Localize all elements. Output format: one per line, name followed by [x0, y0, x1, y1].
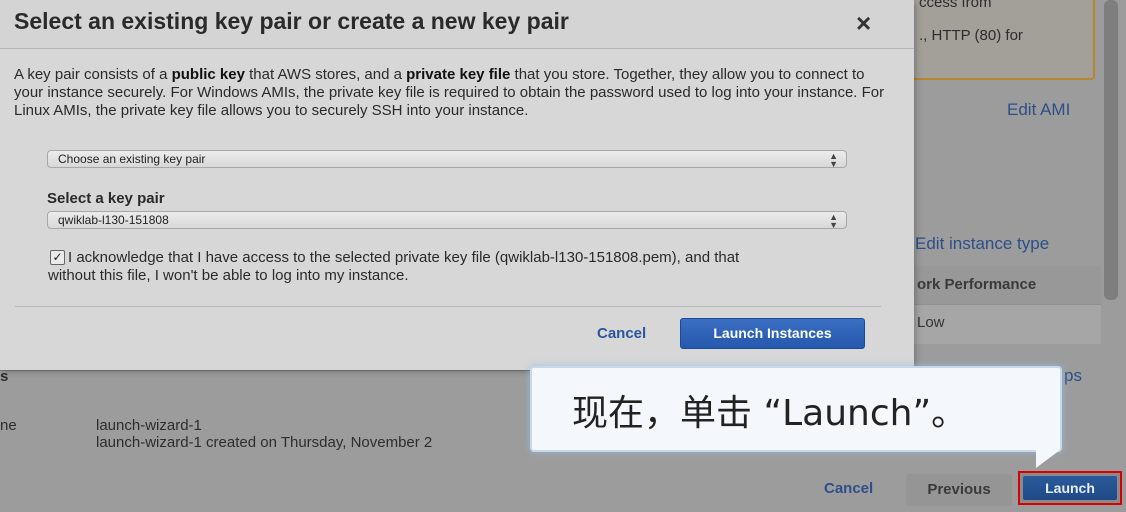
launch-button[interactable]: Launch	[1023, 476, 1117, 500]
description-public-key: public key	[171, 66, 245, 83]
callout-pointer	[1036, 450, 1060, 468]
callout-text: 现在，单击 “Launch”。	[572, 393, 968, 434]
key-pair-dialog: Select an existing key pair or create a …	[0, 0, 914, 370]
dialog-description: A key pair consists of a public key that…	[14, 66, 894, 120]
edit-security-groups-link-partial[interactable]: ps	[1064, 366, 1082, 386]
tutorial-callout: 现在，单击 “Launch”。	[530, 366, 1062, 452]
select-arrows-icon: ▲ ▼	[829, 212, 838, 230]
edit-ami-link[interactable]: Edit AMI	[1007, 100, 1070, 120]
network-performance-header: ork Performance	[905, 266, 1101, 305]
instance-type-table: ork Performance Low	[905, 266, 1101, 344]
wizard-cancel-link[interactable]: Cancel	[824, 480, 873, 497]
scrollbar[interactable]	[1104, 0, 1118, 300]
key-pair-option-value: Choose an existing key pair	[58, 152, 206, 166]
select-key-pair-label: Select a key pair	[47, 190, 165, 207]
previous-button[interactable]: Previous	[906, 474, 1012, 506]
edit-instance-type-link[interactable]: Edit instance type	[915, 234, 1049, 254]
acknowledge-label: I acknowledge that I have access to the …	[48, 249, 740, 284]
dialog-title: Select an existing key pair or create a …	[14, 8, 569, 34]
description-text-2: that AWS stores, and a	[244, 66, 407, 83]
dialog-divider	[15, 306, 881, 307]
dialog-header: Select an existing key pair or create a …	[0, 0, 914, 49]
security-group-description: launch-wizard-1 created on Thursday, Nov…	[96, 434, 433, 451]
launch-instances-button[interactable]: Launch Instances	[680, 318, 865, 349]
security-warning-box: ccess from ., HTTP (80) for	[905, 0, 1095, 80]
network-performance-value: Low	[917, 314, 945, 331]
key-pair-select[interactable]: qwiklab-l130-151808 ▲ ▼	[47, 211, 847, 230]
description-private-key-file: private key file	[406, 66, 511, 83]
security-group-name: launch-wizard-1	[96, 417, 202, 434]
dialog-cancel-button[interactable]: Cancel	[597, 325, 646, 342]
close-icon[interactable]: ×	[856, 8, 871, 39]
select-arrows-icon: ▲ ▼	[829, 151, 838, 169]
key-pair-value: qwiklab-l130-151808	[58, 213, 169, 227]
section-heading-partial: s	[0, 368, 9, 385]
description-text-1: A key pair consists of a	[14, 66, 172, 83]
key-pair-option-select[interactable]: Choose an existing key pair ▲ ▼	[47, 150, 847, 169]
launch-button-highlight: Launch	[1018, 471, 1122, 505]
security-group-row-label: ne	[0, 417, 17, 434]
warning-text-line1: ccess from	[919, 0, 992, 11]
warning-text-line2: ., HTTP (80) for	[919, 27, 1023, 44]
